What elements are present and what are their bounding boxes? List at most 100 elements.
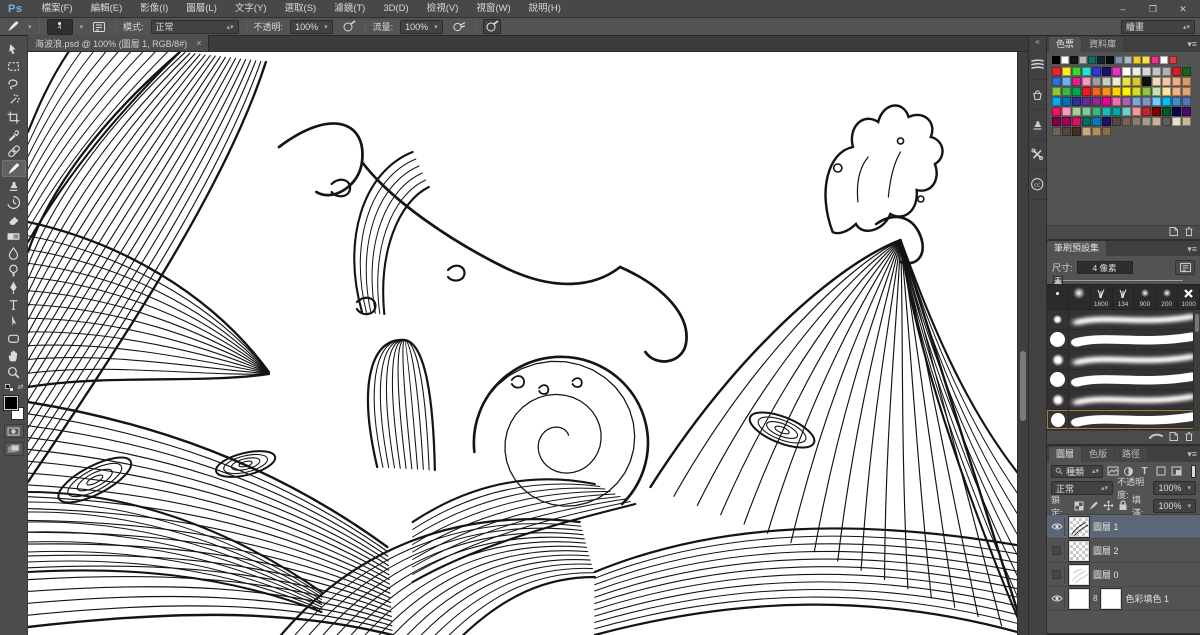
new-brush-icon[interactable] xyxy=(1168,431,1179,444)
swatch[interactable] xyxy=(1082,67,1091,76)
swatch[interactable] xyxy=(1092,117,1101,126)
document-tab[interactable]: 海波浪.psd @ 100% (圖層 1, RGB/8#) × xyxy=(28,35,209,51)
swatch[interactable] xyxy=(1079,56,1087,64)
swatch[interactable] xyxy=(1102,97,1111,106)
swatch[interactable] xyxy=(1052,87,1061,96)
panel-menu-icon[interactable]: ▾≡ xyxy=(1187,39,1197,50)
swatch[interactable] xyxy=(1162,77,1171,86)
slider-thumb[interactable] xyxy=(1054,277,1062,284)
swatch[interactable] xyxy=(1052,77,1061,86)
swatch[interactable] xyxy=(1172,117,1181,126)
tool-preset-arrow-icon[interactable]: ▾ xyxy=(28,23,32,31)
lock-transparency-icon[interactable] xyxy=(1073,499,1085,512)
swatch[interactable] xyxy=(1072,77,1081,86)
layer-opacity-select[interactable]: 100%▾ xyxy=(1153,481,1196,495)
swatch[interactable] xyxy=(1115,56,1123,64)
brush-stroke-row[interactable] xyxy=(1047,390,1200,410)
layer-row-0[interactable]: 圖層 1 xyxy=(1047,515,1200,539)
history-brush-tool[interactable] xyxy=(2,194,26,211)
airbrush-button[interactable] xyxy=(450,19,468,34)
swatch[interactable] xyxy=(1102,87,1111,96)
swatch[interactable] xyxy=(1112,97,1121,106)
marquee-tool[interactable] xyxy=(2,58,26,75)
swatch[interactable] xyxy=(1142,77,1151,86)
new-swatch-icon[interactable] xyxy=(1168,226,1179,239)
layer-row-2[interactable]: 圖層 0 xyxy=(1047,563,1200,587)
brush-preset-1800[interactable]: 1800 xyxy=(1091,285,1113,309)
brush-tool[interactable] xyxy=(2,160,26,177)
swatch[interactable] xyxy=(1052,97,1061,106)
lock-pixels-icon[interactable] xyxy=(1087,499,1099,512)
type-tool[interactable] xyxy=(2,296,26,313)
color-swatch-control[interactable] xyxy=(3,396,25,420)
swatch[interactable] xyxy=(1102,117,1111,126)
swatch[interactable] xyxy=(1133,56,1141,64)
visibility-toggle[interactable] xyxy=(1049,590,1065,608)
delete-swatch-icon[interactable] xyxy=(1184,226,1194,239)
menu-item-2[interactable]: 影像(I) xyxy=(131,0,177,18)
collapse-panels-icon[interactable]: « xyxy=(1035,36,1039,50)
menu-item-0[interactable]: 檔案(F) xyxy=(32,0,81,18)
brush-stroke-row[interactable] xyxy=(1047,350,1200,370)
brush-size-slider[interactable] xyxy=(1054,276,1193,284)
tab-libraries[interactable]: 資料庫 xyxy=(1082,37,1123,52)
canvas[interactable] xyxy=(28,52,1028,635)
brush-preset-picker[interactable]: 4 xyxy=(47,19,73,35)
swatch[interactable] xyxy=(1152,107,1161,116)
tab-brush-presets[interactable]: 筆刷預設集 xyxy=(1047,241,1106,256)
swatch[interactable] xyxy=(1082,117,1091,126)
layer-mask-thumbnail[interactable] xyxy=(1101,589,1121,609)
swatch[interactable] xyxy=(1082,77,1091,86)
swatch[interactable] xyxy=(1124,56,1132,64)
swatch[interactable] xyxy=(1162,87,1171,96)
menu-item-1[interactable]: 編輯(E) xyxy=(82,0,132,18)
brush-preset-1000[interactable]: 1000 xyxy=(1178,285,1200,309)
brush-panel-icon[interactable] xyxy=(1029,50,1047,80)
swatch[interactable] xyxy=(1152,77,1161,86)
brush-stroke-row[interactable] xyxy=(1047,410,1200,430)
brush-stroke-row[interactable] xyxy=(1047,310,1200,330)
workspace-select[interactable]: 繪畫▴▾ xyxy=(1121,20,1195,34)
swatch[interactable] xyxy=(1162,117,1171,126)
swatch[interactable] xyxy=(1112,77,1121,86)
swatch[interactable] xyxy=(1102,107,1111,116)
layer-thumbnail[interactable] xyxy=(1069,589,1089,609)
swatch[interactable] xyxy=(1062,127,1071,136)
layer-filter-select[interactable]: 種類 ▴▾ xyxy=(1051,465,1103,478)
swatch[interactable] xyxy=(1092,107,1101,116)
screen-mode-button[interactable] xyxy=(4,442,24,456)
close-button[interactable]: ✕ xyxy=(1168,0,1198,18)
swatch[interactable] xyxy=(1122,107,1131,116)
swatch[interactable] xyxy=(1088,56,1096,64)
brush-list-scrollbar[interactable] xyxy=(1193,310,1200,430)
brush-preset-900[interactable]: 900 xyxy=(1134,285,1156,309)
brush-size-input[interactable]: 4 像素 xyxy=(1077,261,1133,274)
filter-smart-object-icon[interactable] xyxy=(1170,465,1183,478)
swatch[interactable] xyxy=(1172,107,1181,116)
swatch[interactable] xyxy=(1092,87,1101,96)
tab-close-icon[interactable]: × xyxy=(196,38,201,48)
lasso-tool[interactable] xyxy=(2,75,26,92)
swatch[interactable] xyxy=(1162,97,1171,106)
swatch[interactable] xyxy=(1182,97,1191,106)
visibility-toggle[interactable] xyxy=(1049,542,1065,560)
pressure-size-button[interactable] xyxy=(483,19,501,34)
brush-tool-icon[interactable] xyxy=(5,19,21,35)
swatch[interactable] xyxy=(1172,77,1181,86)
restore-button[interactable]: ❐ xyxy=(1138,0,1168,18)
blur-tool[interactable] xyxy=(2,245,26,262)
swatch[interactable] xyxy=(1152,97,1161,106)
swatch[interactable] xyxy=(1162,107,1171,116)
lock-position-icon[interactable] xyxy=(1102,499,1114,512)
swatch[interactable] xyxy=(1102,67,1111,76)
swatch[interactable] xyxy=(1122,77,1131,86)
move-tool[interactable] xyxy=(2,41,26,58)
swatch[interactable] xyxy=(1072,67,1081,76)
shape-tool[interactable] xyxy=(2,330,26,347)
swatch[interactable] xyxy=(1082,127,1091,136)
swatch[interactable] xyxy=(1152,87,1161,96)
swatch[interactable] xyxy=(1182,77,1191,86)
menu-item-4[interactable]: 文字(Y) xyxy=(226,0,276,18)
swatch[interactable] xyxy=(1122,87,1131,96)
opacity-select[interactable]: 100%▾ xyxy=(290,20,333,34)
